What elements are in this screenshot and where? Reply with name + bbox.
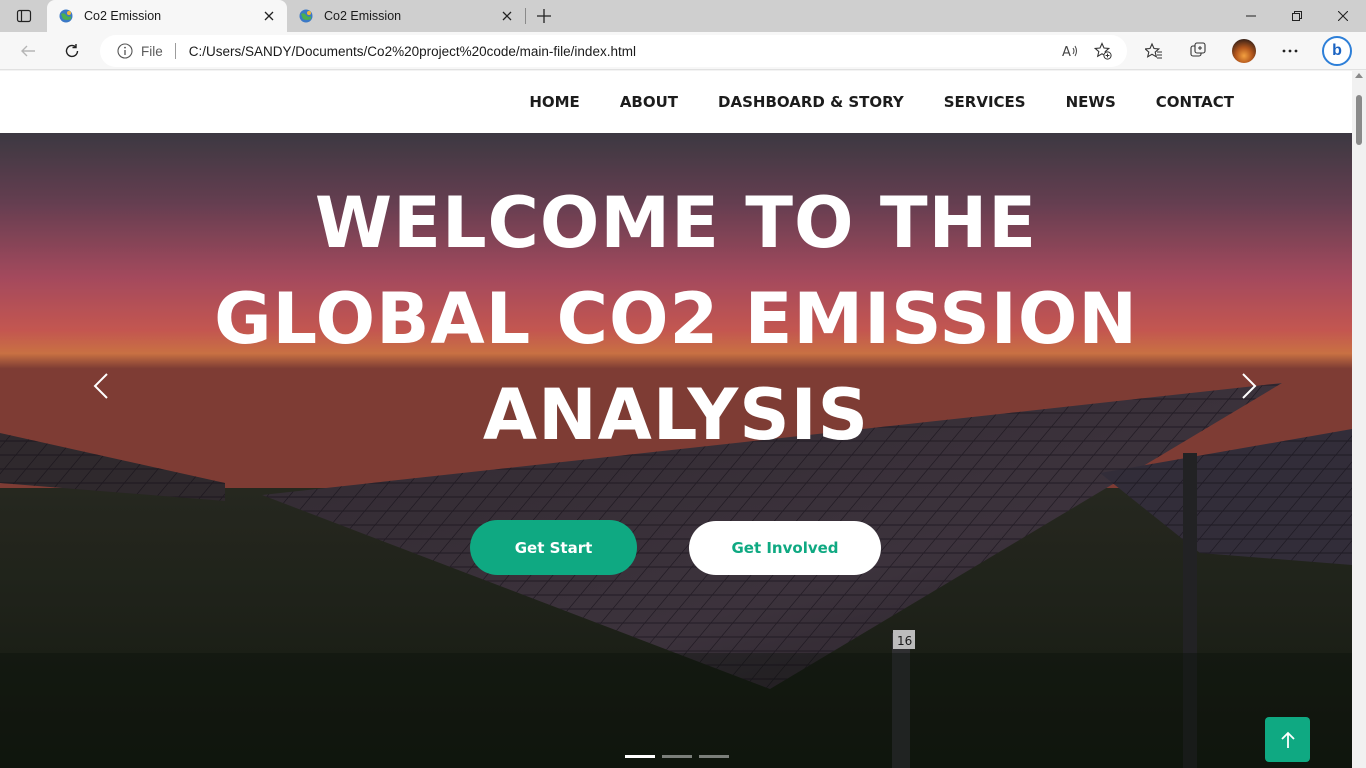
globe-favicon-icon <box>298 8 314 24</box>
scheme-label: File <box>141 43 163 59</box>
nav-link-contact[interactable]: CONTACT <box>1156 93 1234 111</box>
info-icon[interactable] <box>117 43 133 59</box>
get-start-button[interactable]: Get Start <box>470 520 637 575</box>
get-involved-button[interactable]: Get Involved <box>689 521 881 575</box>
browser-tab[interactable]: Co2 Emission <box>287 0 525 32</box>
globe-favicon-icon <box>58 8 74 24</box>
chevron-left-icon[interactable] <box>81 366 121 406</box>
close-window-icon[interactable] <box>1320 0 1366 32</box>
profile-avatar[interactable] <box>1228 35 1260 67</box>
read-aloud-icon[interactable]: A <box>1055 35 1087 67</box>
more-icon[interactable] <box>1274 35 1306 67</box>
nav-link-news[interactable]: NEWS <box>1066 93 1116 111</box>
hero-title-line: GLOBAL CO2 EMISSION <box>214 278 1138 360</box>
scrollbar-thumb[interactable] <box>1356 95 1362 145</box>
add-favorite-icon[interactable] <box>1087 35 1119 67</box>
plus-icon[interactable] <box>532 4 556 28</box>
back-arrow-icon[interactable] <box>12 35 44 67</box>
hero-title: WELCOME TO THE GLOBAL CO2 EMISSION ANALY… <box>176 175 1176 463</box>
scroll-up-arrow-icon[interactable] <box>1355 73 1363 78</box>
svg-text:A: A <box>1062 45 1071 59</box>
browser-tab-bar: Co2 Emission Co2 Emission <box>0 0 1366 32</box>
tab-title: Co2 Emission <box>324 9 402 23</box>
site-navbar: HOME ABOUT DASHBOARD & STORY SERVICES NEWS CO… <box>0 71 1352 133</box>
address-bar[interactable]: File C:/Users/SANDY/Documents/Co2%20proj… <box>100 35 1127 67</box>
browser-toolbar: File C:/Users/SANDY/Documents/Co2%20proj… <box>0 32 1366 70</box>
window-controls <box>1228 0 1366 32</box>
hero-carousel: 16 WELCOME TO THE GLOBAL CO2 EMISSION AN… <box>0 133 1352 768</box>
nav-link-about[interactable]: ABOUT <box>620 93 678 111</box>
url-text[interactable]: C:/Users/SANDY/Documents/Co2%20project%2… <box>189 44 1055 59</box>
hero-title-line: ANALYSIS <box>482 374 870 456</box>
arrow-up-icon <box>1280 731 1295 748</box>
address-divider <box>174 43 176 59</box>
nav-link-home[interactable]: HOME <box>529 93 579 111</box>
refresh-icon[interactable] <box>56 35 88 67</box>
avatar <box>1232 39 1256 63</box>
bing-icon[interactable]: b <box>1321 35 1353 67</box>
browser-tab-active[interactable]: Co2 Emission <box>47 0 287 32</box>
carousel-indicator[interactable] <box>662 755 692 758</box>
tab-actions-icon[interactable] <box>8 4 40 28</box>
minimize-icon[interactable] <box>1228 0 1274 32</box>
carousel-indicator[interactable] <box>625 755 655 758</box>
back-to-top-button[interactable] <box>1265 717 1310 762</box>
nav-links: HOME ABOUT DASHBOARD & STORY SERVICES NEWS CO… <box>529 71 1234 133</box>
hero-title-line: WELCOME TO THE <box>314 182 1038 264</box>
collections-icon[interactable] <box>1182 35 1214 67</box>
restore-icon[interactable] <box>1274 0 1320 32</box>
close-tab-icon[interactable] <box>257 4 281 28</box>
close-tab-icon[interactable] <box>495 4 519 28</box>
favorites-icon[interactable] <box>1138 35 1170 67</box>
tab-title: Co2 Emission <box>84 9 162 23</box>
chevron-right-icon[interactable] <box>1229 366 1269 406</box>
tab-separator <box>525 8 526 24</box>
page-viewport: HOME ABOUT DASHBOARD & STORY SERVICES NEWS CO… <box>0 71 1352 768</box>
carousel-indicators <box>625 755 729 758</box>
page-scrollbar[interactable] <box>1352 71 1366 768</box>
bing-logo: b <box>1322 36 1352 66</box>
carousel-indicator[interactable] <box>699 755 729 758</box>
nav-link-dashboard-story[interactable]: DASHBOARD & STORY <box>718 93 904 111</box>
nav-link-services[interactable]: SERVICES <box>944 93 1026 111</box>
